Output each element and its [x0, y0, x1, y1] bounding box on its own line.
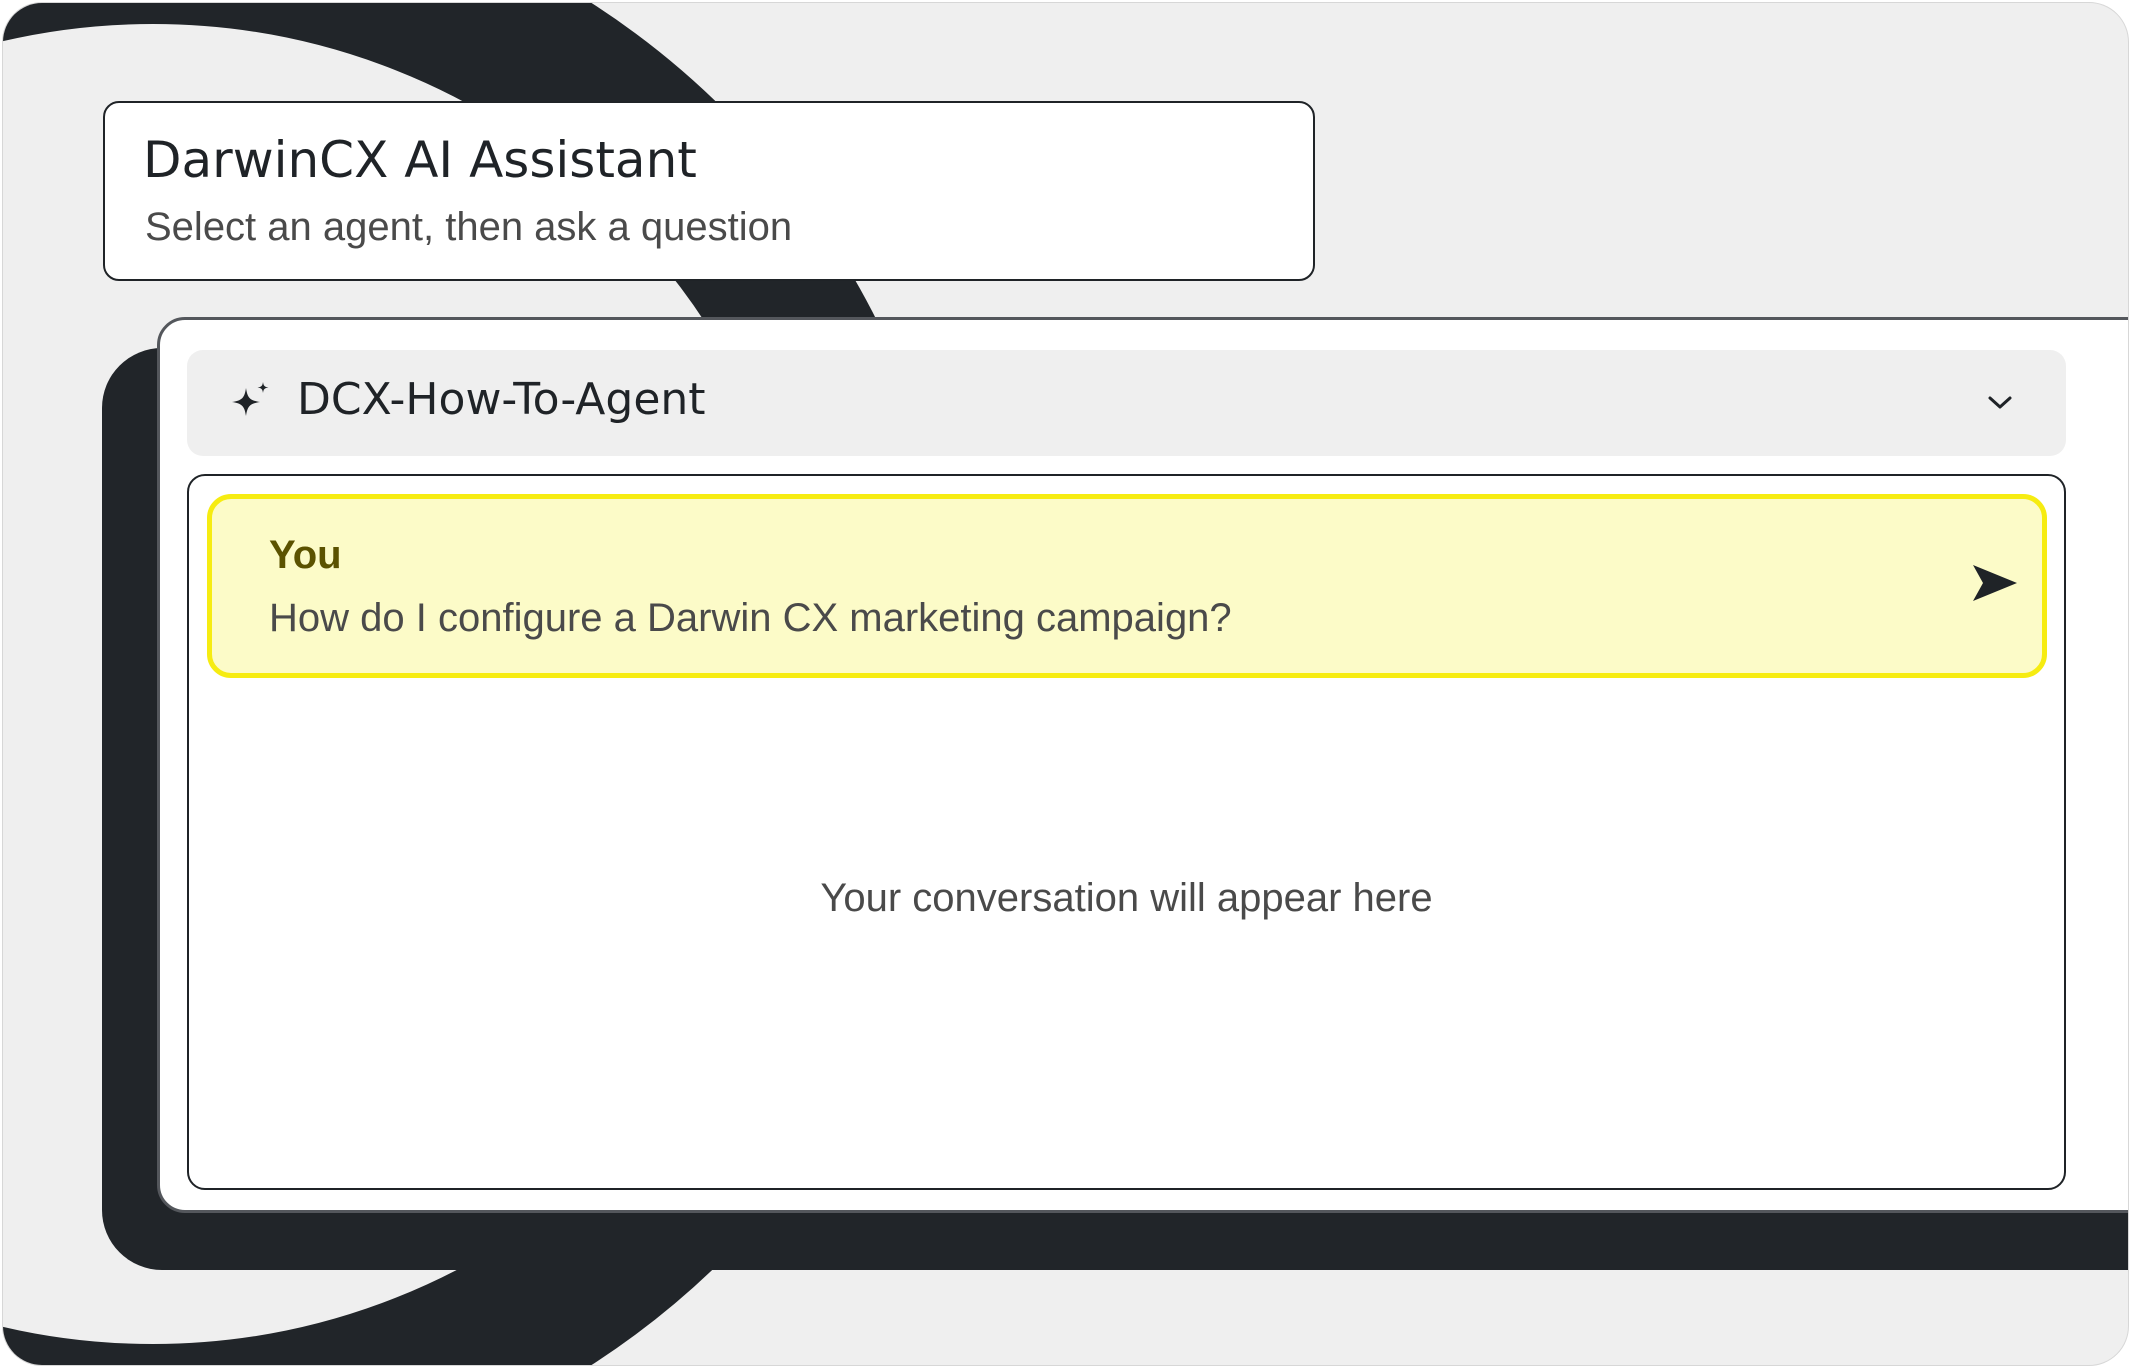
- chevron-down-icon[interactable]: [1986, 390, 2014, 414]
- user-message: You How do I configure a Darwin CX marke…: [207, 494, 2047, 678]
- message-text: How do I configure a Darwin CX marketing…: [269, 596, 1232, 640]
- selected-agent-label: DCX-How-To-Agent: [297, 374, 706, 425]
- empty-state-text: Your conversation will appear here: [820, 876, 1433, 920]
- assistant-header-card: DarwinCX AI Assistant Select an agent, t…: [103, 101, 1315, 281]
- page-title: DarwinCX AI Assistant: [143, 131, 697, 189]
- send-icon[interactable]: [1970, 561, 2020, 605]
- page-subtitle: Select an agent, then ask a question: [145, 205, 793, 249]
- sparkle-icon: [232, 382, 269, 416]
- agent-select-dropdown[interactable]: DCX-How-To-Agent: [187, 350, 2066, 456]
- message-author: You: [269, 533, 342, 577]
- app-frame: DarwinCX AI Assistant Select an agent, t…: [2, 2, 2129, 1366]
- chat-panel: DCX-How-To-Agent You How do I configure …: [157, 317, 2128, 1213]
- conversation-area: You How do I configure a Darwin CX marke…: [187, 474, 2066, 1190]
